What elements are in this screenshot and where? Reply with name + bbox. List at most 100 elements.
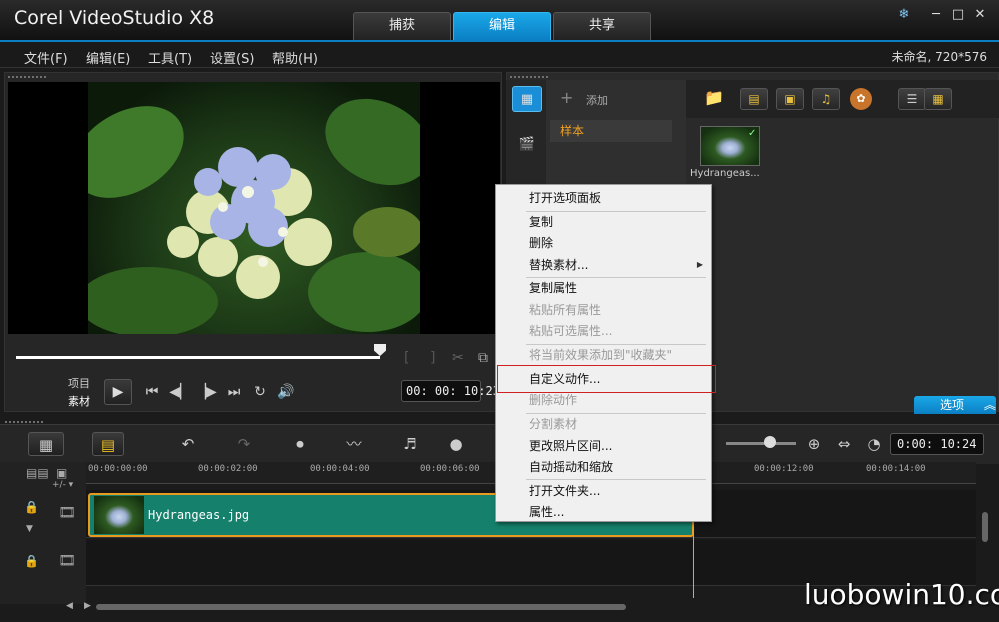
play-button[interactable]: ▶ — [104, 379, 132, 405]
timeline-view-icon[interactable]: ▦ — [28, 432, 64, 456]
lock-icon[interactable]: 🔒 — [24, 500, 39, 514]
cm-copy[interactable]: 复制 — [496, 211, 711, 233]
chapter-icon[interactable]: ▣ — [56, 466, 67, 480]
ruler-tick-label: 00:00:06:00 — [420, 464, 480, 474]
auto-music-icon[interactable]: ♬ — [394, 432, 426, 456]
minimize-icon[interactable]: ─ — [926, 6, 946, 24]
ruler-tick-label: 00:00:04:00 — [310, 464, 370, 474]
lock-icon[interactable]: 🔒 — [24, 554, 39, 568]
scroll-right-icon[interactable]: ▶ — [84, 601, 91, 611]
movie-reel-icon[interactable]: ✿ — [850, 88, 872, 110]
clock-icon: ◔ — [867, 435, 881, 453]
redo-icon[interactable]: ↷ — [228, 432, 260, 456]
chevron-up-icon: ︽ — [983, 398, 996, 412]
tab-share[interactable]: 共享 — [553, 12, 651, 40]
storyboard-view-icon[interactable]: ▤ — [92, 432, 124, 456]
tab-edit[interactable]: 编辑 — [453, 12, 551, 40]
step-forward-icon[interactable]: ▕▶ — [194, 382, 218, 402]
play-icon: ▶ — [112, 384, 124, 400]
cm-add-to-favorites[interactable]: 将当前效果添加到"收藏夹" — [496, 344, 711, 366]
cm-paste-all-attributes[interactable]: 粘贴所有属性 — [496, 299, 711, 321]
snowflake-icon[interactable]: ❄ — [894, 6, 914, 24]
clip-label: Hydrangeas.jpg — [148, 508, 250, 522]
scrub-bar[interactable] — [16, 356, 380, 359]
volume-icon[interactable]: 🔊 — [274, 382, 298, 402]
zoom-in-icon[interactable]: ⊕ — [798, 432, 830, 456]
submenu-arrow-icon: ▶ — [696, 260, 703, 269]
project-duration[interactable]: 0:00: 10:24 — [890, 433, 984, 455]
fit-project-icon[interactable]: ⇔ — [828, 432, 860, 456]
cm-paste-selectable-attributes[interactable]: 粘贴可选属性... — [496, 320, 711, 342]
mark-out-icon[interactable]: ] — [430, 350, 435, 366]
zoom-slider-knob[interactable] — [764, 436, 776, 448]
cm-replace-clip[interactable]: 替换素材... ▶ — [496, 254, 711, 276]
motion-tracking-icon[interactable]: ● — [440, 432, 472, 456]
cm-copy-attributes[interactable]: 复制属性 — [496, 277, 711, 299]
ruler-tick-label: 00:00:02:00 — [198, 464, 258, 474]
zoom-slider[interactable] — [726, 442, 796, 445]
instant-project-icon[interactable]: 🎬 — [512, 132, 542, 158]
menu-settings[interactable]: 设置(S) — [210, 48, 254, 67]
cm-open-options[interactable]: 打开选项面板 — [496, 187, 711, 209]
mode-project[interactable]: 项目 — [68, 375, 90, 391]
menu-help[interactable]: 帮助(H) — [272, 48, 318, 67]
undo-icon[interactable]: ↶ — [172, 432, 204, 456]
add-folder-label[interactable]: 添加 — [586, 92, 608, 108]
options-label: 选项 — [940, 398, 965, 412]
panel-grip[interactable] — [4, 420, 44, 425]
copy-icon[interactable]: ⧉ — [478, 350, 488, 366]
record-icon[interactable]: ⏺ — [284, 432, 316, 456]
cm-properties[interactable]: 属性... — [496, 501, 711, 523]
media-library-icon[interactable]: ▦ — [512, 86, 542, 112]
prev-icon[interactable]: ⏮ — [140, 382, 164, 402]
timecode-display[interactable]: 00: 00: 10:23 — [401, 380, 500, 402]
mode-clip[interactable]: 素材 — [68, 393, 90, 409]
video-track-icon[interactable]: 🎞 — [54, 505, 80, 525]
checkmark-icon: ✓ — [748, 128, 757, 139]
ruler-tick-label: 00:00:00:00 — [88, 464, 148, 474]
photo-filter-icon[interactable]: ▣ — [776, 88, 804, 110]
library-toolbar — [686, 80, 999, 118]
audio-filter-icon[interactable]: ♫ — [812, 88, 840, 110]
context-menu: 打开选项面板 复制 删除 替换素材... ▶ 复制属性 粘贴所有属性 粘贴可选属性… — [495, 184, 712, 522]
watermark: luobowin10.com — [804, 578, 999, 611]
scissors-icon[interactable]: ✂ — [452, 350, 464, 366]
preview-window — [8, 82, 500, 334]
folder-icon[interactable]: 📁 — [704, 88, 724, 107]
options-tab[interactable]: 选项 ︽ — [914, 396, 996, 414]
project-info: 未命名, 720*576 — [891, 50, 987, 64]
media-item-label: Hydrangeas... — [690, 168, 760, 179]
repeat-icon[interactable]: ↻ — [248, 382, 272, 402]
cm-delete[interactable]: 删除 — [496, 232, 711, 254]
audio-mixer-icon[interactable]: 〰 — [338, 432, 370, 456]
overlay-track-icon[interactable]: 🎞 — [54, 553, 80, 573]
cm-open-folder[interactable]: 打开文件夹... — [496, 480, 711, 502]
cm-change-photo-duration[interactable]: 更改照片区间... — [496, 435, 711, 457]
cm-split-clip[interactable]: 分割素材 — [496, 413, 711, 435]
thumbnail-view-icon[interactable]: ▦ — [924, 88, 952, 110]
app-title: Corel VideoStudio X8 — [14, 7, 215, 29]
menu-file[interactable]: 文件(F) — [24, 48, 68, 67]
panel-grip[interactable] — [7, 75, 47, 80]
next-icon[interactable]: ⏭ — [222, 382, 246, 402]
scroll-left-icon[interactable]: ◀ — [66, 601, 73, 611]
track-manager-icon[interactable]: ▤▤ — [26, 466, 49, 480]
menu-tools[interactable]: 工具(T) — [148, 48, 192, 67]
add-icon[interactable]: + — [560, 88, 573, 107]
video-filter-icon[interactable]: ▤ — [740, 88, 768, 110]
step-back-icon[interactable]: ◀▏ — [168, 382, 192, 402]
menu-edit[interactable]: 编辑(E) — [86, 48, 130, 67]
chevron-down-icon[interactable]: ▼ — [26, 524, 33, 534]
list-view-icon[interactable]: ☰ — [898, 88, 926, 110]
close-icon[interactable]: ✕ — [970, 6, 990, 24]
horizontal-scrollbar[interactable] — [96, 604, 626, 610]
ruler-tick-label: 00:00:12:00 — [754, 464, 814, 474]
folder-sample[interactable]: 样本 — [550, 120, 672, 142]
cm-auto-pan-zoom[interactable]: 自动摇动和缩放 — [496, 456, 711, 478]
tab-capture[interactable]: 捕获 — [353, 12, 451, 40]
vertical-scrollbar[interactable] — [982, 512, 988, 542]
mark-in-icon[interactable]: [ — [404, 350, 409, 366]
highlight-box — [497, 365, 716, 393]
maximize-icon[interactable]: □ — [948, 6, 968, 24]
add-track-icon[interactable]: +/- ▾ — [52, 480, 73, 490]
